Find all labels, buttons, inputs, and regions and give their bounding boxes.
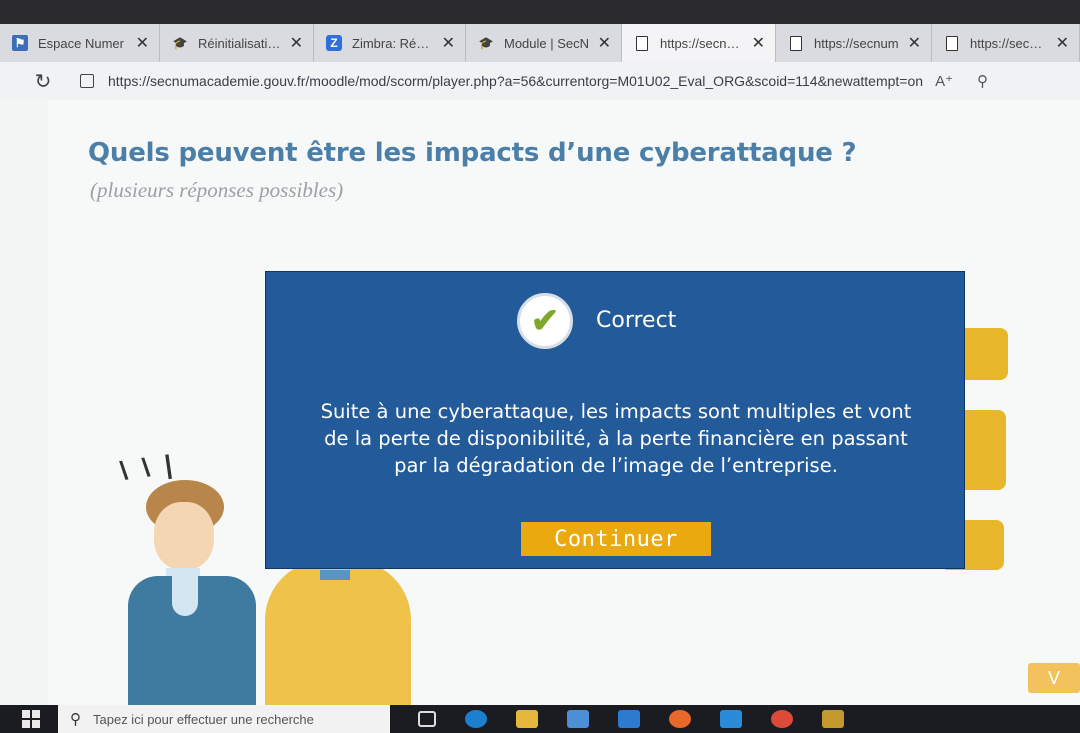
address-bar: ↻ https://secnumacademie.gouv.fr/moodle/… [0, 62, 1080, 100]
close-icon[interactable]: ✕ [1056, 33, 1069, 53]
tab-secnum-3[interactable]: https://secnum ✕ [932, 24, 1080, 62]
reload-icon[interactable]: ↻ [30, 68, 56, 94]
tab-label: Module | SecN [504, 35, 590, 51]
moodle-flag-icon: ⚑ [12, 35, 28, 51]
browser-tab-bar: ⚑ Espace Numer ✕ 🎓 Réinitialisation ✕ Z … [0, 0, 1080, 62]
file-explorer-icon[interactable] [516, 710, 538, 728]
question-title: Quels peuvent être les impacts d’une cyb… [88, 138, 857, 168]
continue-button[interactable]: Continuer [521, 522, 711, 556]
question-subtitle: (plusieurs réponses possibles) [90, 178, 344, 202]
document-icon [944, 35, 960, 51]
feedback-line: de la perte de disponibilité, à la perte… [324, 427, 908, 450]
tab-label: Espace Numer [38, 35, 124, 51]
feedback-modal: ✔ Correct Suite à une cyberattaque, les … [265, 271, 965, 569]
face [154, 502, 214, 570]
taskbar-search[interactable]: ⚲ Tapez ici pour effectuer une recherche [58, 705, 390, 733]
result-status: Correct [596, 308, 677, 333]
tab-label: https://secnum [970, 35, 1048, 51]
tab-strip: ⚑ Espace Numer ✕ 🎓 Réinitialisation ✕ Z … [0, 24, 1080, 62]
next-button[interactable]: V [1028, 663, 1080, 693]
task-view-icon[interactable] [418, 711, 436, 727]
tab-label: Zimbra: Récept [352, 35, 434, 51]
tab-secnum-active[interactable]: https://secnum ✕ [622, 24, 776, 62]
document-icon [788, 35, 804, 51]
tab-module-secnum[interactable]: 🎓 Module | SecN ✕ [466, 24, 622, 62]
windows-start-icon[interactable] [22, 710, 40, 728]
search-icon: ⚲ [70, 711, 81, 728]
bow-tie [320, 570, 350, 580]
graduation-cap-icon: 🎓 [478, 36, 494, 50]
feedback-line: par la dégradation de l’image de l’entre… [394, 454, 838, 477]
url-text: https://secnumacademie.gouv.fr/moodle/mo… [108, 73, 924, 89]
close-icon[interactable]: ✕ [290, 33, 303, 53]
tab-reinitialisation[interactable]: 🎓 Réinitialisation ✕ [160, 24, 314, 62]
store-icon[interactable] [567, 710, 589, 728]
yellow-body [265, 560, 411, 705]
firefox-icon[interactable] [669, 710, 691, 728]
document-icon [634, 35, 650, 51]
tab-label: https://secnum [660, 35, 744, 51]
tab-label: https://secnum [814, 35, 899, 51]
graduation-cap-icon: 🎓 [172, 36, 188, 50]
zoom-icon[interactable]: ⚲ [977, 72, 988, 90]
search-placeholder: Tapez ici pour effectuer une recherche [93, 711, 314, 727]
edge-icon[interactable] [465, 710, 487, 728]
man-character-illustration [128, 476, 268, 705]
zimbra-icon: Z [326, 35, 342, 51]
feedback-line: Suite à une cyberattaque, les impacts so… [320, 400, 912, 423]
tab-secnum-2[interactable]: https://secnum ✕ [776, 24, 932, 62]
modal-panel: ✔ Correct Suite à une cyberattaque, les … [266, 272, 964, 568]
tab-label: Réinitialisation [198, 35, 282, 51]
tab-espace-numerique[interactable]: ⚑ Espace Numer ✕ [0, 24, 160, 62]
app-icon[interactable] [822, 710, 844, 728]
windows-taskbar: ⚲ Tapez ici pour effectuer une recherche [0, 705, 1080, 733]
close-icon[interactable]: ✕ [752, 33, 765, 53]
tab-zimbra[interactable]: Z Zimbra: Récept ✕ [314, 24, 466, 62]
read-aloud-icon[interactable]: A⁺ [935, 72, 953, 90]
checkmark-icon: ✔ [517, 293, 573, 349]
close-icon[interactable]: ✕ [598, 33, 611, 53]
collar [172, 576, 198, 616]
close-icon[interactable]: ✕ [136, 33, 149, 53]
close-icon[interactable]: ✕ [908, 33, 921, 53]
close-icon[interactable]: ✕ [442, 33, 455, 53]
lock-icon[interactable] [80, 74, 94, 88]
chrome-icon[interactable] [771, 710, 793, 728]
feedback-text: Suite à une cyberattaque, les impacts so… [280, 398, 952, 479]
vscode-icon[interactable] [720, 710, 742, 728]
page-content: Quels peuvent être les impacts d’une cyb… [0, 100, 1080, 705]
url-field[interactable]: https://secnumacademie.gouv.fr/moodle/mo… [70, 66, 1080, 96]
mail-icon[interactable] [618, 710, 640, 728]
